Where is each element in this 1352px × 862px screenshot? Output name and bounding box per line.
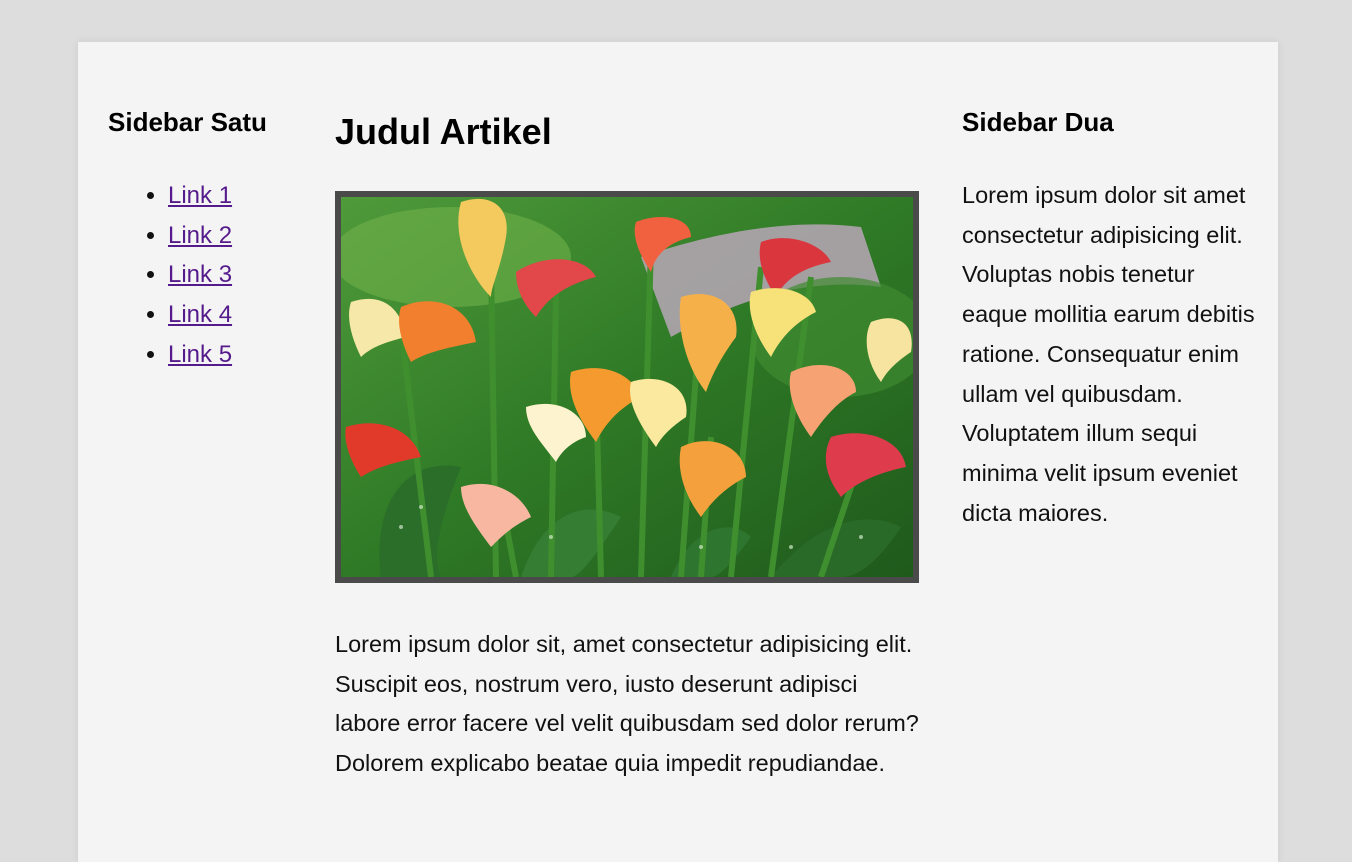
list-item: Link 3 — [168, 255, 308, 295]
list-item: Link 4 — [168, 295, 308, 335]
sidebar-left-title: Sidebar Satu — [108, 107, 267, 137]
main-article: Judul Artikel Lorem ipsum dolor sit, ame… — [335, 111, 920, 784]
article-image — [335, 191, 919, 583]
sidebar-right-text: Lorem ipsum dolor sit amet consectetur a… — [962, 182, 1255, 526]
sidebar-link-3[interactable]: Link 3 — [168, 261, 232, 288]
sidebar-link-2[interactable]: Link 2 — [168, 222, 232, 249]
sidebar-link-4[interactable]: Link 4 — [168, 301, 232, 328]
article-title: Judul Artikel — [335, 111, 552, 152]
sidebar-right-title: Sidebar Dua — [962, 107, 1114, 137]
sidebar-link-5[interactable]: Link 5 — [168, 341, 232, 368]
list-item: Link 1 — [168, 176, 308, 216]
list-item: Link 2 — [168, 216, 308, 256]
article-body: Lorem ipsum dolor sit, amet consectetur … — [335, 631, 919, 777]
list-item: Link 5 — [168, 335, 308, 375]
sidebar-left: Sidebar Satu Link 1 Link 2 Link 3 Link 4… — [108, 106, 308, 375]
page-container: Sidebar Satu Link 1 Link 2 Link 3 Link 4… — [78, 42, 1278, 862]
sidebar-link-1[interactable]: Link 1 — [168, 182, 232, 209]
sidebar-right: Sidebar Dua Lorem ipsum dolor sit amet c… — [962, 106, 1262, 533]
calla-lily-photo — [341, 197, 913, 577]
sidebar-left-link-list: Link 1 Link 2 Link 3 Link 4 Link 5 — [108, 176, 308, 375]
